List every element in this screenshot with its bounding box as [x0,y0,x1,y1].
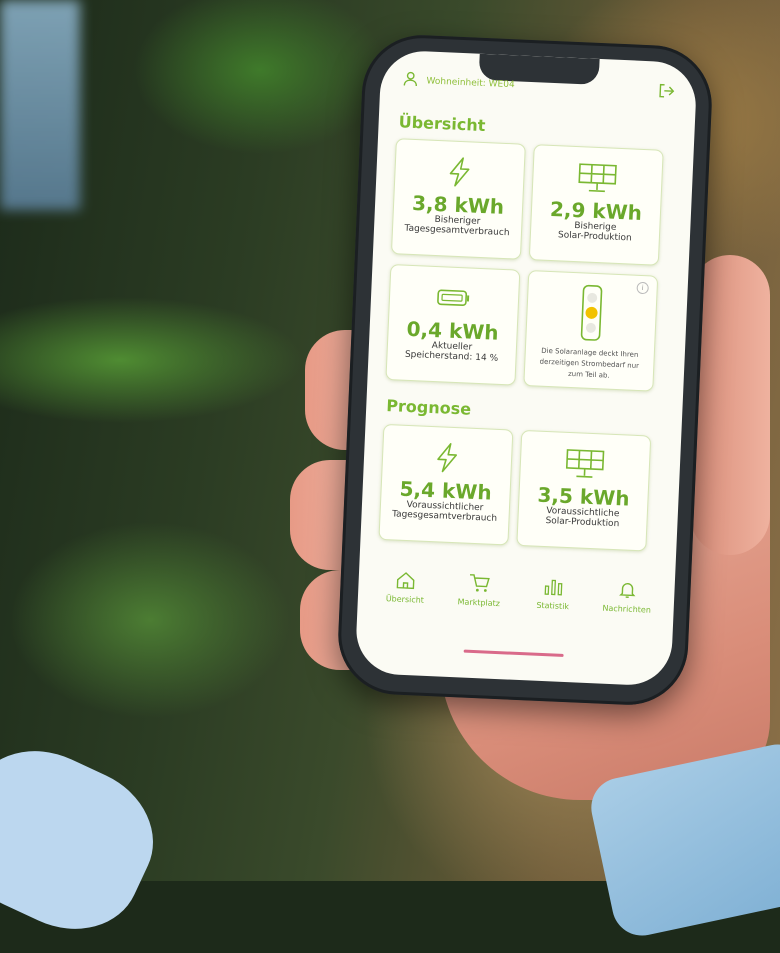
bottom-navigation: Übersicht Marktplatz Statistik Nachricht… [367,569,665,642]
card-value: 2,9 kWh [549,196,643,225]
nav-label: Marktplatz [457,597,501,609]
header-left: Wohneinheit: WE04 [402,70,515,95]
forecast-card-solar[interactable]: 3,5 kWh Voraussichtliche Solar-Produktio… [516,429,652,552]
solar-panel-icon [578,163,617,193]
cart-icon [469,574,490,592]
card-value: 5,4 kWh [399,476,493,505]
forecast-title: Prognose [385,395,472,419]
card-value: 3,5 kWh [537,482,631,511]
nav-label: Übersicht [385,594,425,605]
card-value: 3,8 kWh [411,190,505,219]
battery-icon [437,289,470,307]
overview-card-storage[interactable]: 0,4 kWh Aktueller Speicherstand: 14 % [385,264,521,386]
smartphone: Wohneinheit: WE04 Übersicht 3,8 kWh Bish… [335,32,715,708]
nav-item-overview[interactable]: Übersicht [369,569,442,632]
nav-item-marketplace[interactable]: Marktplatz [442,573,515,636]
bell-icon [619,583,636,598]
unit-label: Wohneinheit: WE04 [426,76,515,91]
solar-panel-icon [565,449,605,478]
lightning-icon [449,157,470,187]
user-icon[interactable] [402,70,419,91]
forecast-card-consumption[interactable]: 5,4 kWh Voraussichtlicher Tagesgesamtver… [378,423,514,546]
nav-label: Statistik [536,600,570,612]
overview-card-solar[interactable]: 2,9 kWh Bisherige Solar-Produktion [528,144,664,266]
app-header: Wohneinheit: WE04 [402,68,675,104]
lightning-icon [437,443,458,473]
status-message: Die Solaranlage deckt Ihren derzeitigen … [539,346,640,380]
nav-label: Nachrichten [602,603,652,615]
sky-patch [0,0,80,210]
traffic-light-icon [580,284,603,341]
bar-chart-icon [544,579,563,596]
card-value: 0,4 kWh [406,316,500,345]
overview-title: Übersicht [398,112,486,136]
phone-screen: Wohneinheit: WE04 Übersicht 3,8 kWh Bish… [354,49,698,687]
home-indicator[interactable] [463,649,564,657]
nav-item-messages[interactable]: Nachrichten [590,579,663,642]
logout-icon[interactable] [658,82,675,102]
info-icon[interactable]: i [636,281,649,295]
nav-item-statistics[interactable]: Statistik [516,576,589,639]
home-icon [396,572,415,590]
overview-card-status[interactable]: i Die Solaranlage deckt Ihren derzeitige… [523,270,659,392]
overview-card-consumption[interactable]: 3,8 kWh Bisheriger Tagesgesamtverbrauch [390,138,526,260]
